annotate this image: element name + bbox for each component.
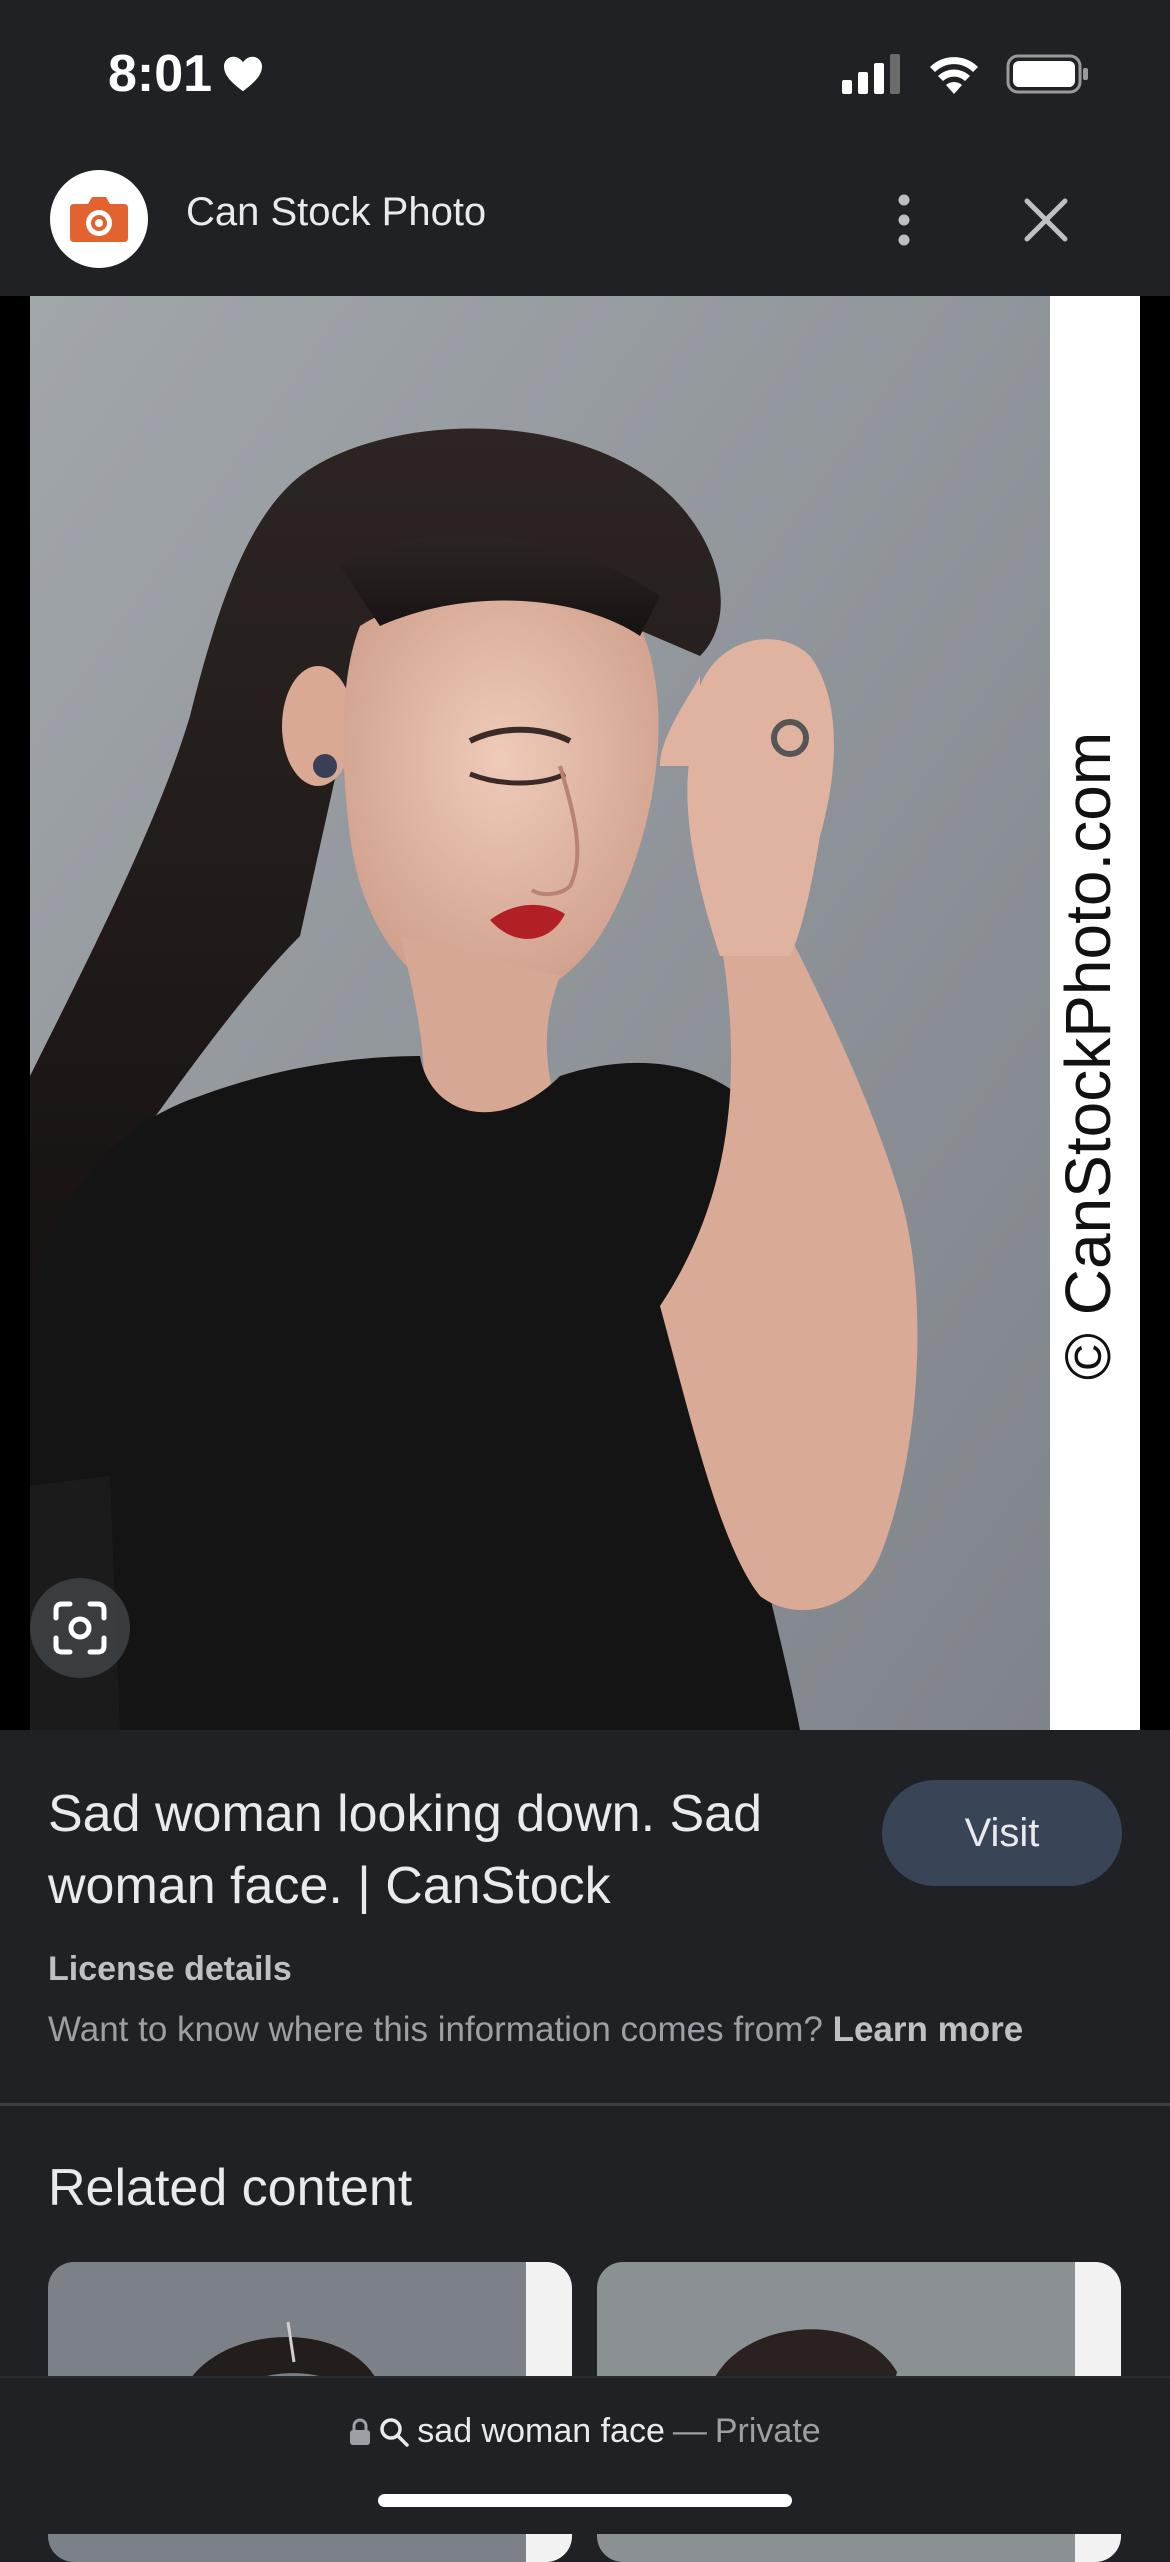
related-content-title: Related content: [48, 2159, 413, 2217]
more-options-button[interactable]: [876, 190, 932, 250]
heart-icon: [224, 56, 263, 92]
clock: 8:01: [108, 45, 213, 103]
result-header: [0, 150, 1170, 296]
query-separator: —: [672, 2412, 707, 2450]
wifi-icon: [930, 57, 978, 94]
site-name[interactable]: Can Stock Photo: [186, 190, 486, 235]
private-mode-label: Private: [714, 2412, 821, 2450]
result-image[interactable]: © CanStockPhoto.com: [0, 296, 1170, 1730]
search-query-bar[interactable]: sad woman face — Private: [0, 2412, 1170, 2451]
lock-icon: [350, 2418, 371, 2445]
search-icon: [380, 2417, 410, 2447]
cellular-signal-icon: [842, 54, 900, 94]
site-logo[interactable]: [50, 170, 148, 268]
image-title[interactable]: Sad woman looking down. Sad woman face. …: [48, 1778, 848, 1922]
camera-icon: [70, 197, 128, 242]
visit-button[interactable]: Visit: [882, 1780, 1122, 1886]
divider: [0, 2103, 1170, 2106]
bottom-bar: [0, 2376, 1170, 2534]
status-time: 8:01: [108, 44, 264, 104]
photo-sad-woman: © CanStockPhoto.com: [0, 296, 1170, 1730]
lens-icon: [53, 1601, 107, 1655]
info-source-text: Want to know where this information come…: [48, 2010, 1023, 2050]
license-details-link[interactable]: License details: [48, 1950, 292, 1989]
learn-more-link[interactable]: Learn more: [833, 2010, 1024, 2049]
google-lens-button[interactable]: [30, 1578, 130, 1678]
close-icon: [1024, 198, 1068, 242]
search-query: sad woman face: [417, 2412, 665, 2450]
status-icons: [842, 54, 1090, 94]
close-button[interactable]: [1016, 190, 1076, 250]
watermark-text: © CanStockPhoto.com: [1052, 732, 1124, 1380]
battery-icon: [1006, 54, 1088, 94]
info-question: Want to know where this information come…: [48, 2010, 823, 2049]
home-indicator[interactable]: [378, 2494, 792, 2507]
more-vert-icon: [898, 194, 910, 246]
